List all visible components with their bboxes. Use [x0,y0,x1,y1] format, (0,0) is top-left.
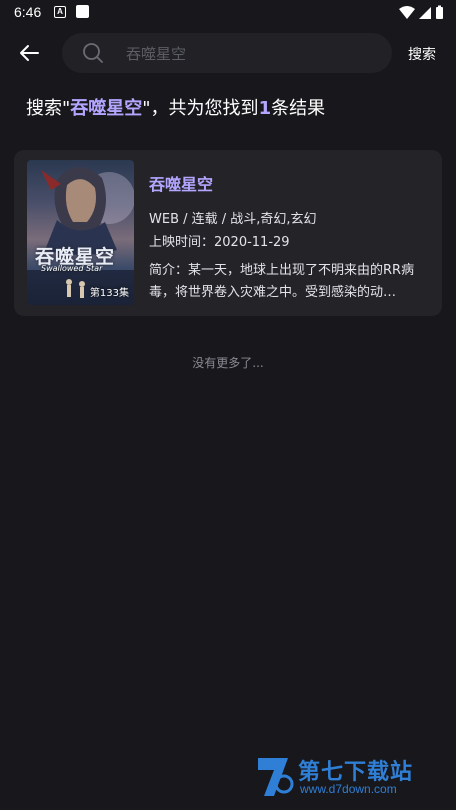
result-meta: WEB / 连载 / 战斗,奇幻,玄幻 [149,212,317,227]
watermark-url: www.d7down.com [300,782,397,796]
arrow-left-icon [20,45,39,61]
search-icon [83,43,103,63]
result-release-date: 上映时间：2020-11-29 [149,235,290,250]
watermark-logo-icon [258,758,294,796]
result-title[interactable]: 吞噬星空 [149,171,213,195]
summary-middle: "，共为您找到 [142,98,259,119]
summary-prefix: 搜索" [26,98,71,119]
poster-episode-badge: 第133集 [89,288,129,299]
result-summary: 搜索"吞噬星空"，共为您找到1条结果 [26,94,325,120]
search-query-text: 吞噬星空 [126,45,187,63]
no-more-text: 没有更多了... [192,356,264,370]
result-synopsis: 简介：某一天，地球上出现了不明来由的RR病毒，将世界卷入灾难之中。受到感染的动… [149,263,415,300]
notification-square-icon [76,5,89,18]
poster-subtitle: Swallowed Star [41,264,103,273]
summary-count: 1 [258,98,272,119]
watermark: 第七下载站 www.d7down.com [254,754,450,800]
summary-keyword: 吞噬星空 [70,98,143,119]
status-bar: 6:46 A [0,0,456,26]
status-icons [398,5,444,21]
summary-suffix: 条结果 [271,98,326,119]
search-button[interactable]: 搜索 [408,44,436,64]
search-input[interactable]: 吞噬星空 [62,33,392,73]
search-header: 吞噬星空 搜索 [0,30,456,78]
notification-a-icon: A [54,6,66,18]
battery-icon [436,5,443,19]
result-card[interactable]: 吞噬星空 Swallowed Star 第133集 吞噬星空 WEB / 连载 … [14,150,442,316]
status-time: 6:46 [14,4,42,20]
back-button[interactable] [14,38,44,68]
signal-icon [419,7,431,19]
wifi-icon [399,6,415,19]
poster-image: 吞噬星空 Swallowed Star 第133集 [27,160,134,305]
